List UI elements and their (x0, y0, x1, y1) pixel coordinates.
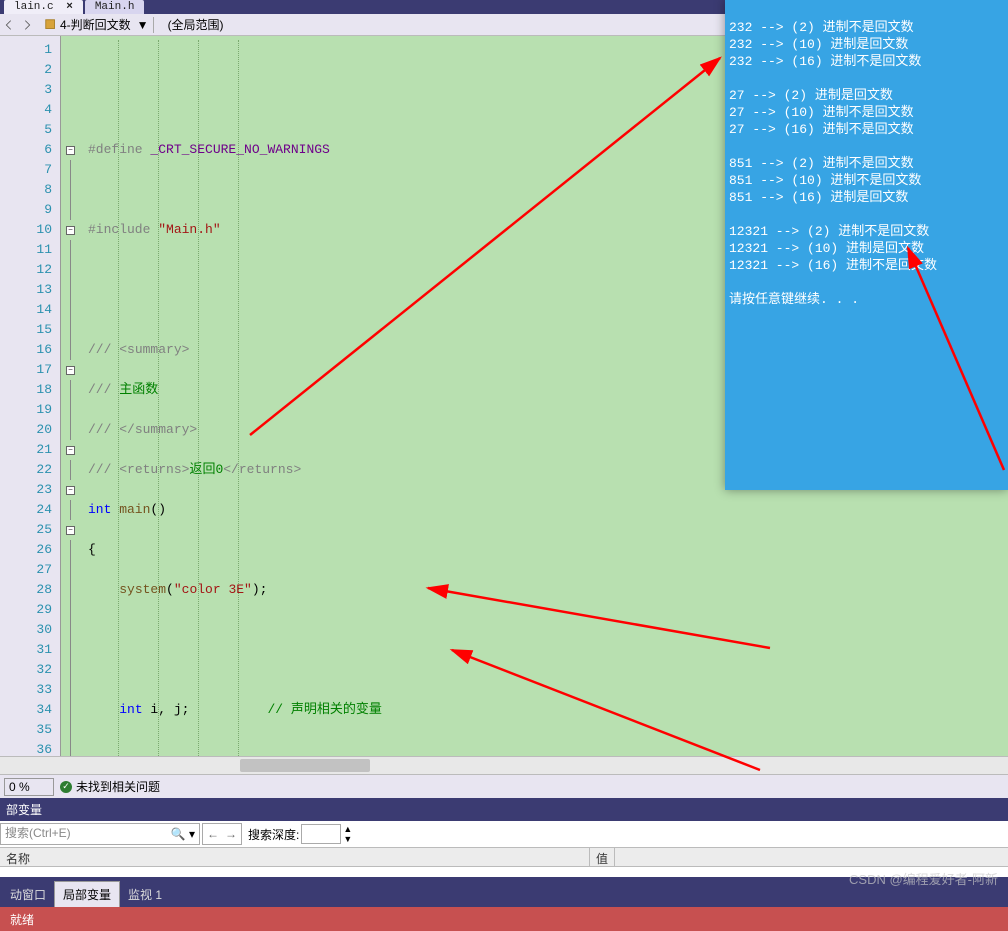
file-tab-main-c[interactable]: lain.c × (4, 0, 83, 14)
nav-arrows[interactable]: ← → (202, 823, 242, 845)
fold-toggle[interactable]: − (66, 446, 75, 455)
depth-label: 搜索深度: (248, 826, 299, 843)
zoom-level[interactable]: 0 % (4, 778, 54, 796)
nav-back-icon[interactable] (2, 18, 16, 32)
separator (153, 17, 154, 33)
locals-panel: 部变量 搜索(Ctrl+E) 🔍 ▾ ← → 搜索深度: ▲▼ 名称 值 (0, 798, 1008, 877)
file-selector-label: 4-判断回文数 (60, 16, 131, 33)
error-message: 未找到相关问题 (76, 778, 160, 795)
fold-toggle[interactable]: − (66, 146, 75, 155)
scroll-thumb[interactable] (240, 759, 370, 772)
file-tab-main-h[interactable]: Main.h (85, 0, 145, 14)
horizontal-scrollbar[interactable] (0, 756, 1008, 774)
depth-input[interactable] (301, 824, 341, 844)
status-bar: 就绪 (0, 907, 1008, 931)
fold-toggle[interactable]: − (66, 486, 75, 495)
line-gutter: 1234567891011121314151617181920212223242… (0, 36, 60, 756)
fold-column: − − − − − − (60, 36, 80, 756)
search-depth: 搜索深度: ▲▼ (248, 824, 352, 844)
col-name[interactable]: 名称 (0, 848, 590, 866)
status-text: 就绪 (10, 911, 34, 928)
scope-selector[interactable]: (全局范围) (158, 16, 234, 33)
nav-fwd-icon[interactable] (20, 18, 34, 32)
search-icon[interactable]: 🔍 ▾ (171, 827, 195, 841)
prev-icon[interactable]: ← (207, 827, 219, 841)
panel-title: 部变量 (0, 798, 1008, 821)
locals-columns: 名称 值 (0, 847, 1008, 867)
error-bar: 0 % ✓ 未找到相关问题 (0, 774, 1008, 798)
file-selector[interactable]: 4-判断回文数 (42, 16, 131, 33)
next-icon[interactable]: → (225, 827, 237, 841)
search-input[interactable]: 搜索(Ctrl+E) 🔍 ▾ (0, 823, 200, 845)
tab-watch[interactable]: 监视 1 (120, 882, 170, 907)
watermark: CSDN @编程爱好者-阿新 (849, 869, 998, 888)
tab-label: lain.c (14, 1, 54, 13)
search-placeholder: 搜索(Ctrl+E) (5, 826, 71, 840)
spinner-icon[interactable]: ▲▼ (343, 824, 352, 844)
tab-auto[interactable]: 动窗口 (2, 882, 54, 907)
col-value[interactable]: 值 (590, 848, 615, 866)
close-icon[interactable]: × (66, 1, 73, 13)
console-output: 232 --> (2) 进制不是回文数 232 --> (10) 进制是回文数 … (725, 0, 1008, 490)
class-icon (44, 18, 58, 32)
tab-label: Main.h (95, 1, 135, 13)
fold-toggle[interactable]: − (66, 526, 75, 535)
fold-toggle[interactable]: − (66, 226, 75, 235)
chevron-down-icon[interactable]: ▼ (137, 18, 149, 32)
fold-toggle[interactable]: − (66, 366, 75, 375)
tab-locals[interactable]: 局部变量 (54, 881, 120, 907)
check-icon: ✓ (60, 781, 72, 793)
